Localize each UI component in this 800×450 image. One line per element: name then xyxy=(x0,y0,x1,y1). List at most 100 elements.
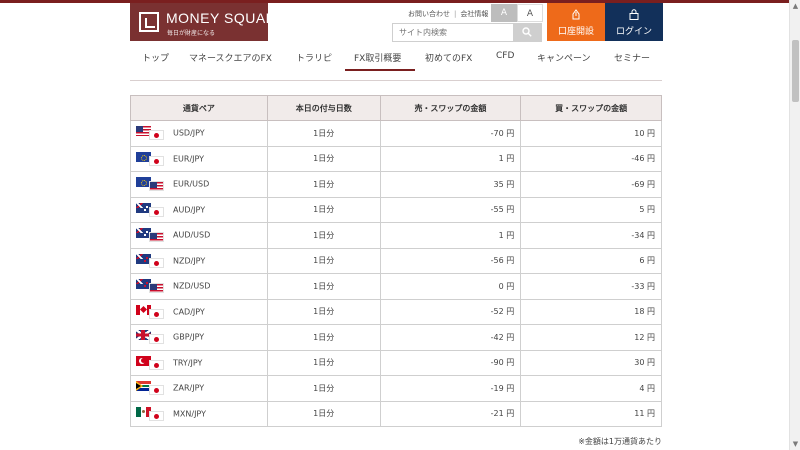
cell-days: 1日分 xyxy=(266,145,381,172)
cell-buy-swap: -34 円 xyxy=(520,222,662,249)
flag-pair xyxy=(136,151,164,166)
flag-pair xyxy=(136,381,164,396)
cell-sell-swap: -42 円 xyxy=(379,324,522,351)
lock-icon xyxy=(629,9,639,20)
flag-pair xyxy=(136,228,164,243)
jp-flag-icon xyxy=(149,308,164,319)
search-icon xyxy=(522,27,532,37)
nav-item-first-fx[interactable]: 初めてのFX xyxy=(425,51,472,64)
table-row: CAD/JPY 1日分 -52 円 18 円 xyxy=(130,298,662,325)
cell-buy-swap: -33 円 xyxy=(520,273,662,300)
pair-label: ZAR/JPY xyxy=(173,383,205,393)
scroll-up-arrow-icon[interactable]: ▲ xyxy=(790,0,800,12)
utility-links: お問い合わせ | 会社情報 xyxy=(408,9,488,19)
search-input[interactable] xyxy=(393,24,513,41)
flag-pair xyxy=(136,202,164,217)
cell-buy-swap: 6 円 xyxy=(520,247,662,274)
flag-pair xyxy=(136,279,164,294)
cell-days: 1日分 xyxy=(266,375,381,402)
font-size-large-button[interactable]: A xyxy=(517,4,543,22)
pair-label: MXN/JPY xyxy=(173,409,206,419)
top-accent-line xyxy=(0,0,800,3)
cell-days: 1日分 xyxy=(266,247,381,274)
cell-currency-pair: TRY/JPY xyxy=(130,349,268,376)
contact-link[interactable]: お問い合わせ xyxy=(408,9,450,19)
scroll-down-arrow-icon[interactable]: ▼ xyxy=(790,438,800,450)
cell-currency-pair: ZAR/JPY xyxy=(130,375,268,402)
cell-sell-swap: -90 円 xyxy=(379,349,522,376)
flag-pair xyxy=(136,330,164,345)
main-nav: トップ マネースクエアのFX トラリピ FX取引概要 初めてのFX CFD キャ… xyxy=(130,44,662,71)
table-row: NZD/USD 1日分 0 円 -33 円 xyxy=(130,273,662,300)
cell-buy-swap: 5 円 xyxy=(520,196,662,223)
nav-item-cfd[interactable]: CFD xyxy=(496,51,514,61)
company-info-link[interactable]: 会社情報 xyxy=(460,9,488,19)
nav-item-fx-overview[interactable]: FX取引概要 xyxy=(354,51,401,64)
header-currency-pair: 通貨ペア xyxy=(130,95,268,121)
login-label: ログイン xyxy=(615,27,652,37)
flag-pair xyxy=(136,355,164,370)
logo-subtitle: 毎日が財産になる xyxy=(167,30,216,37)
cell-currency-pair: EUR/JPY xyxy=(130,145,268,172)
scroll-thumb[interactable] xyxy=(792,40,799,102)
search-button[interactable] xyxy=(513,24,541,41)
cell-sell-swap: -55 円 xyxy=(379,196,522,223)
jp-flag-icon xyxy=(149,206,164,217)
table-row: AUD/USD 1日分 1 円 -34 円 xyxy=(130,222,662,249)
open-account-button[interactable]: 口座開設 xyxy=(547,3,605,41)
footnote: ※金額は1万通貨あたり xyxy=(578,437,662,446)
cell-days: 1日分 xyxy=(266,349,381,376)
jp-flag-icon xyxy=(149,130,164,141)
jp-flag-icon xyxy=(149,359,164,370)
cell-days: 1日分 xyxy=(266,196,381,223)
nav-item-moneysquare-fx[interactable]: マネースクエアのFX xyxy=(189,51,272,64)
nav-item-trarepi[interactable]: トラリピ xyxy=(296,51,332,64)
cell-buy-swap: 4 円 xyxy=(520,375,662,402)
jp-flag-icon xyxy=(149,257,164,268)
table-header-row: 通貨ペア 本日の付与日数 売・スワップの金額 買・スワップの金額 xyxy=(130,95,662,121)
logo[interactable]: MONEY SQUARE 毎日が財産になる xyxy=(130,3,286,41)
pair-label: NZD/USD xyxy=(173,281,211,291)
cell-currency-pair: AUD/USD xyxy=(130,222,268,249)
pair-label: EUR/JPY xyxy=(173,154,205,164)
font-size-small-button[interactable]: A xyxy=(491,4,517,22)
swap-table: 通貨ペア 本日の付与日数 売・スワップの金額 買・スワップの金額 USD/JPY… xyxy=(130,95,662,427)
flag-pair xyxy=(136,304,164,319)
cell-buy-swap: 18 円 xyxy=(520,298,662,325)
cell-sell-swap: -19 円 xyxy=(379,375,522,402)
cell-buy-swap: 30 円 xyxy=(520,349,662,376)
nav-item-top[interactable]: トップ xyxy=(142,51,169,64)
cell-buy-swap: -46 円 xyxy=(520,145,662,172)
logo-title: MONEY SQUARE xyxy=(166,10,287,26)
cell-currency-pair: MXN/JPY xyxy=(130,400,268,427)
scrollbar[interactable]: ▲ ▼ xyxy=(789,0,800,450)
open-account-label: 口座開設 xyxy=(557,27,594,37)
pair-label: AUD/USD xyxy=(173,230,211,240)
pair-label: AUD/JPY xyxy=(173,205,206,215)
jp-flag-icon xyxy=(149,155,164,166)
login-button[interactable]: ログイン xyxy=(605,3,663,41)
content-divider xyxy=(130,80,662,81)
nav-item-seminar[interactable]: セミナー xyxy=(614,51,650,64)
cell-days: 1日分 xyxy=(266,222,381,249)
pair-label: NZD/JPY xyxy=(173,256,206,266)
pair-label: TRY/JPY xyxy=(173,358,203,368)
table-row: AUD/JPY 1日分 -55 円5 円 xyxy=(130,196,662,223)
table-body: USD/JPY 1日分 -70 円 10 円 EUR/JPY 1日分 1 円 -46 円 EUR… xyxy=(130,120,662,427)
cell-buy-swap: 11 円 xyxy=(520,400,662,427)
cell-sell-swap: 1 円 xyxy=(379,222,522,249)
table-row: GBP/JPY 1日分 -42 円 12 円 xyxy=(130,324,662,351)
cell-sell-swap: -70 円 xyxy=(379,120,522,147)
jp-flag-icon xyxy=(149,385,164,396)
flag-pair xyxy=(136,253,164,268)
table-row: ZAR/JPY 1日分 -19 円4 円 xyxy=(130,375,662,402)
cell-currency-pair: CAD/JPY xyxy=(130,298,268,325)
pair-label: CAD/JPY xyxy=(173,307,205,317)
cell-currency-pair: GBP/JPY xyxy=(130,324,268,351)
pair-label: GBP/JPY xyxy=(173,332,205,342)
nav-item-campaign[interactable]: キャンペーン xyxy=(537,51,591,64)
table-row: MXN/JPY 1日分 -21 円 11 円 xyxy=(130,400,662,427)
cell-days: 1日分 xyxy=(266,120,381,147)
logo-mark-icon xyxy=(139,12,159,32)
cell-currency-pair: NZD/JPY xyxy=(130,247,268,274)
